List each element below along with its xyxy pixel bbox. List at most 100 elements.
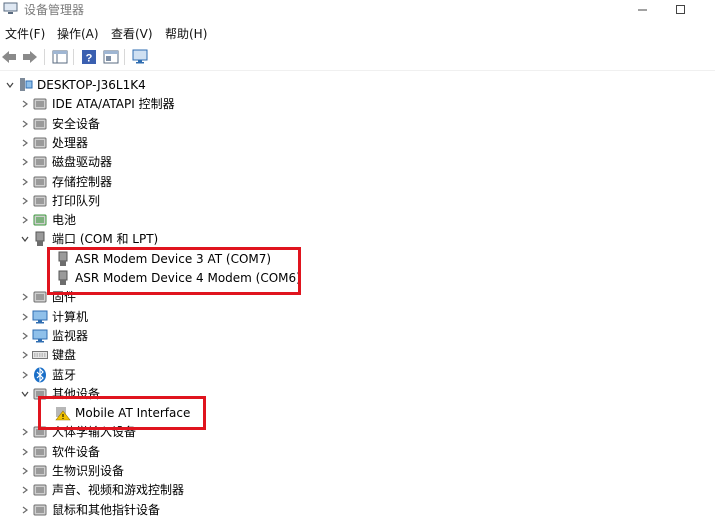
storage-controller-icon xyxy=(32,174,48,190)
forward-button[interactable] xyxy=(21,48,39,66)
computer-icon xyxy=(32,309,48,325)
tree-expander[interactable] xyxy=(18,114,32,133)
chevron-right-icon xyxy=(22,448,28,455)
tree-expander[interactable] xyxy=(18,152,32,171)
tree-expander[interactable] xyxy=(18,384,32,403)
computer-icon xyxy=(17,77,33,93)
tree-category-biometric[interactable]: 生物识别设备 xyxy=(18,461,124,480)
tree-expander[interactable] xyxy=(18,480,32,499)
highlight-box-com-ports xyxy=(47,247,301,295)
tree-category-label: 软件设备 xyxy=(52,445,101,459)
tree-category-label: 打印队列 xyxy=(52,194,101,208)
tree-expander[interactable] xyxy=(18,461,32,480)
tree-category-storage-controller[interactable]: 存储控制器 xyxy=(18,172,112,191)
disk-drive-icon xyxy=(32,154,48,170)
keyboard-icon xyxy=(32,347,48,363)
tree-expander[interactable] xyxy=(18,422,32,441)
tree-category-sound[interactable]: 声音、视频和游戏控制器 xyxy=(18,480,184,499)
svg-text:?: ? xyxy=(86,53,93,65)
tree-expander[interactable] xyxy=(18,307,32,326)
tree-category-monitor[interactable]: 监视器 xyxy=(18,326,88,345)
tree-category-label: 生物识别设备 xyxy=(52,464,125,478)
tree-expander[interactable] xyxy=(3,75,17,94)
tree-category-ide-controller[interactable]: IDE ATA/ATAPI 控制器 xyxy=(18,94,175,113)
tree-category-software-device[interactable]: 软件设备 xyxy=(18,442,100,461)
firmware-icon xyxy=(32,289,48,305)
security-device-icon xyxy=(32,116,48,132)
menu-file[interactable]: 文件(F) xyxy=(5,25,45,42)
chevron-down-icon xyxy=(21,391,29,397)
title-bar: 设备管理器 xyxy=(0,0,715,20)
chevron-right-icon xyxy=(22,293,28,300)
show-hide-console-tree-button[interactable] xyxy=(51,48,69,66)
help-icon: ? xyxy=(82,50,96,65)
tree-root-label: DESKTOP-J36L1K4 xyxy=(37,77,146,92)
minimize-button[interactable] xyxy=(625,0,659,18)
maximize-icon xyxy=(675,4,685,14)
chevron-right-icon xyxy=(22,371,28,378)
tree-expander[interactable] xyxy=(18,287,32,306)
chevron-right-icon xyxy=(22,313,28,320)
menu-action[interactable]: 操作(A) xyxy=(57,25,99,42)
back-button[interactable] xyxy=(0,48,18,66)
back-arrow-icon xyxy=(2,51,16,63)
chevron-right-icon xyxy=(22,332,28,339)
console-tree-icon xyxy=(52,50,68,64)
tree-expander[interactable] xyxy=(18,172,32,191)
chevron-down-icon xyxy=(21,236,29,242)
highlight-box-mobile-at xyxy=(38,396,206,430)
tree-category-disk-drive[interactable]: 磁盘驱动器 xyxy=(18,152,112,171)
ide-controller-icon xyxy=(32,96,48,112)
tree-category-keyboard[interactable]: 键盘 xyxy=(18,345,76,364)
toolbar-separator xyxy=(73,49,74,65)
tree-expander[interactable] xyxy=(18,500,32,519)
tree-expander[interactable] xyxy=(18,365,32,384)
tree-expander[interactable] xyxy=(18,94,32,113)
maximize-button[interactable] xyxy=(663,0,697,18)
port-icon xyxy=(32,231,48,247)
menu-help[interactable]: 帮助(H) xyxy=(165,25,207,42)
scan-hardware-button[interactable] xyxy=(131,48,149,66)
tree-category-printer[interactable]: 打印队列 xyxy=(18,191,100,210)
tree-expander[interactable] xyxy=(18,442,32,461)
tree-category-label: 声音、视频和游戏控制器 xyxy=(52,483,185,497)
tree-category-mouse[interactable]: 鼠标和其他指针设备 xyxy=(18,500,160,519)
software-device-icon xyxy=(32,444,48,460)
tree-category-label: 计算机 xyxy=(52,310,89,324)
tree-category-processor[interactable]: 处理器 xyxy=(18,133,88,152)
tree-category-label: 存储控制器 xyxy=(52,175,113,189)
tree-category-battery[interactable]: 电池 xyxy=(18,210,76,229)
properties-button[interactable] xyxy=(102,48,120,66)
tree-expander[interactable] xyxy=(18,229,32,248)
tree-category-bluetooth[interactable]: 蓝牙 xyxy=(18,365,76,384)
chevron-right-icon xyxy=(22,100,28,107)
tree-category-label: 鼠标和其他指针设备 xyxy=(52,503,161,517)
tree-expander[interactable] xyxy=(18,326,32,345)
tree-category-label: 电池 xyxy=(52,213,77,227)
tree-category-computer[interactable]: 计算机 xyxy=(18,307,88,326)
printer-icon xyxy=(32,193,48,209)
monitor-scan-icon xyxy=(132,49,148,64)
menu-view[interactable]: 查看(V) xyxy=(111,25,153,42)
chevron-right-icon xyxy=(22,197,28,204)
minimize-icon xyxy=(637,9,647,10)
forward-arrow-icon xyxy=(23,51,37,63)
sound-icon xyxy=(32,482,48,498)
tree-root-computer[interactable]: DESKTOP-J36L1K4 xyxy=(3,75,146,94)
tree-expander[interactable] xyxy=(18,133,32,152)
tree-category-port[interactable]: 端口 (COM 和 LPT) xyxy=(18,229,158,248)
help-button[interactable]: ? xyxy=(80,48,98,66)
tree-category-security-device[interactable]: 安全设备 xyxy=(18,114,100,133)
processor-icon xyxy=(32,135,48,151)
chevron-right-icon xyxy=(22,139,28,146)
tree-expander[interactable] xyxy=(18,191,32,210)
window-title: 设备管理器 xyxy=(24,3,85,17)
tree-expander[interactable] xyxy=(18,345,32,364)
toolbar: ? xyxy=(0,44,715,71)
biometric-icon xyxy=(32,463,48,479)
chevron-right-icon xyxy=(22,178,28,185)
chevron-right-icon xyxy=(22,216,28,223)
toolbar-separator xyxy=(124,49,125,65)
tree-category-label: 磁盘驱动器 xyxy=(52,155,113,169)
tree-expander[interactable] xyxy=(18,210,32,229)
